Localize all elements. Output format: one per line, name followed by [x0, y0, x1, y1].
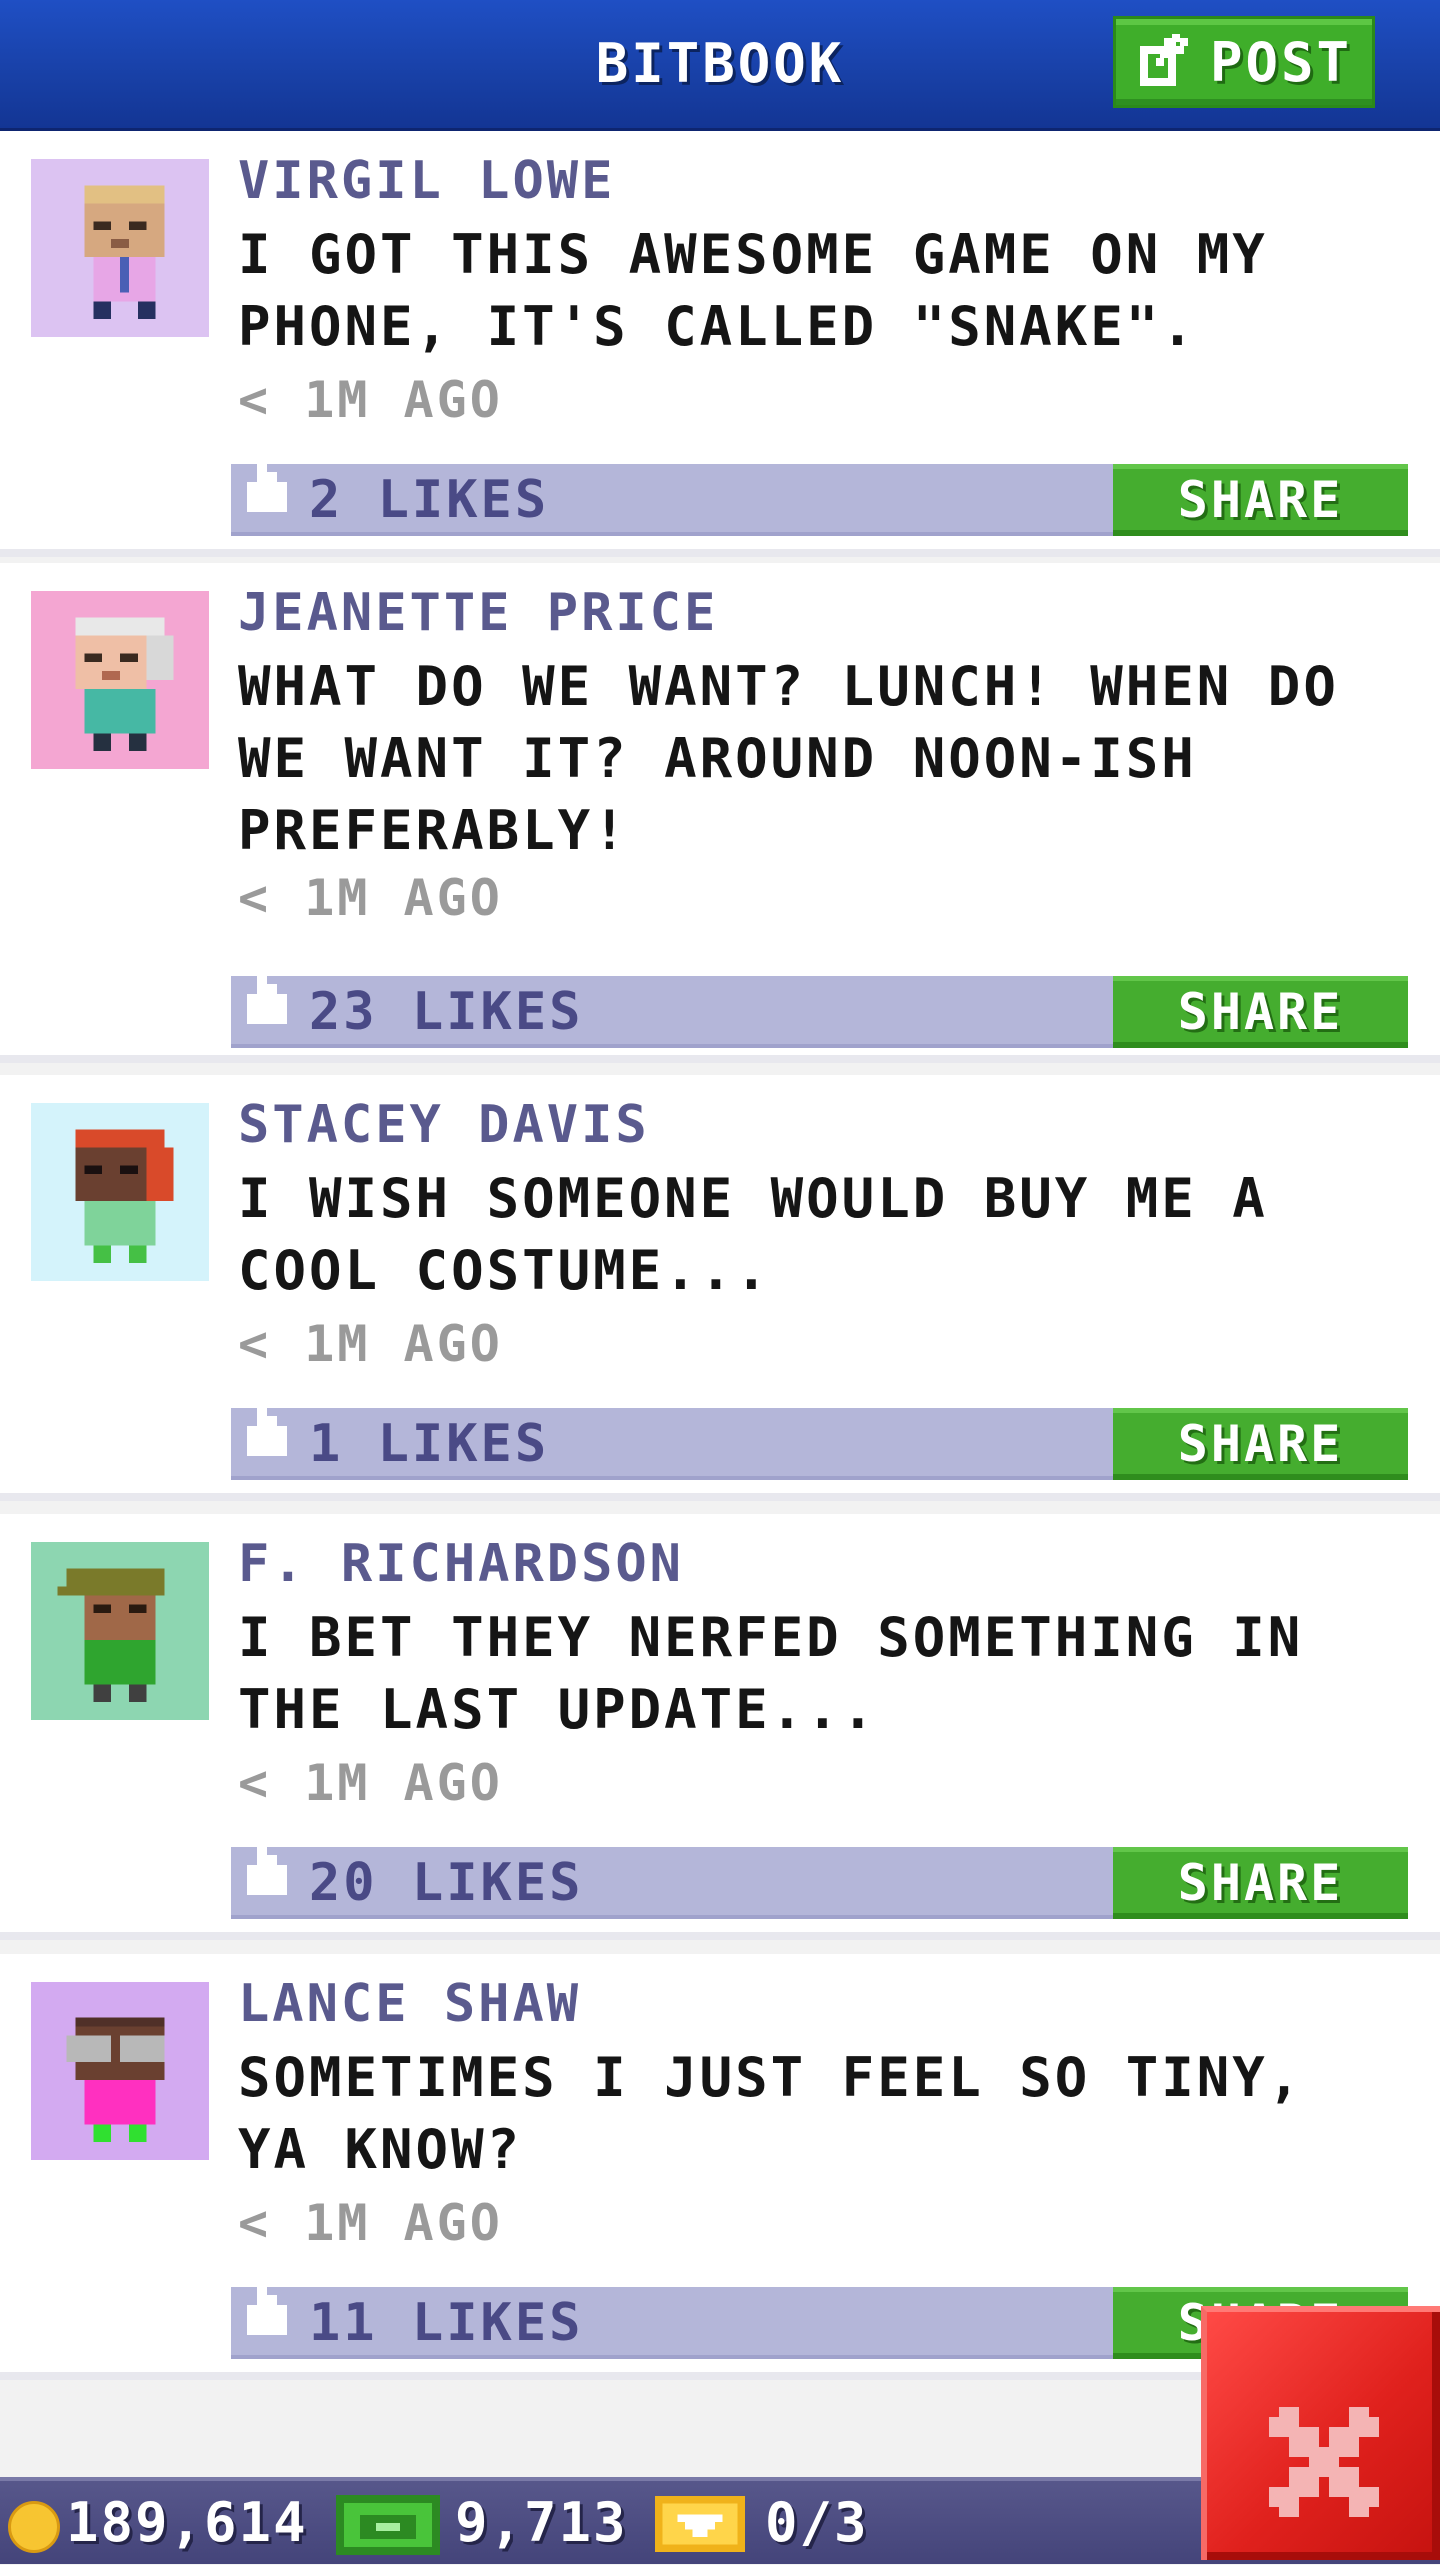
post-button[interactable]: POST [1113, 16, 1375, 108]
like-bar[interactable]: 1 LIKES SHARE [231, 1396, 1408, 1480]
thumbs-up-icon [247, 1396, 287, 1456]
post-author[interactable]: VIRGIL LOWE [238, 151, 615, 211]
post-time: < 1M AGO [238, 371, 503, 429]
bux-count: 9,713 [455, 2491, 628, 2554]
feed-post: STACEY DAVIS I WISH SOMEONE WOULD BUY ME… [0, 1075, 1440, 1501]
coin-icon [8, 2501, 60, 2553]
post-time: < 1M AGO [238, 2194, 503, 2252]
share-button[interactable]: SHARE [1113, 464, 1408, 536]
feed-post: JEANETTE PRICE WHAT DO WE WANT? LUNCH! W… [0, 563, 1440, 1063]
likes-count: 1 LIKES [309, 1414, 550, 1474]
likes-count: 20 LIKES [309, 1853, 584, 1913]
post-text: WHAT DO WE WANT? LUNCH! WHEN DO WE WANT … [238, 655, 1339, 862]
close-button[interactable] [1201, 2306, 1440, 2560]
avatar [31, 1542, 209, 1720]
feed-post: F. RICHARDSON I BET THEY NERFED SOMETHIN… [0, 1514, 1440, 1940]
share-button[interactable]: SHARE [1113, 1408, 1408, 1480]
thumbs-up-icon [247, 1835, 287, 1895]
thumbs-up-icon [247, 964, 287, 1024]
like-bar[interactable]: 20 LIKES SHARE [231, 1835, 1408, 1919]
share-button[interactable]: SHARE [1113, 976, 1408, 1048]
thumbs-up-icon [247, 2275, 287, 2335]
likes-count: 11 LIKES [309, 2293, 584, 2353]
post-text: I GOT THIS AWESOME GAME ON MY PHONE, IT'… [238, 223, 1268, 358]
avatar [31, 159, 209, 337]
thumbs-up-icon [247, 452, 287, 512]
feed-post: VIRGIL LOWE I GOT THIS AWESOME GAME ON M… [0, 131, 1440, 557]
share-button[interactable]: SHARE [1113, 1847, 1408, 1919]
avatar-image [31, 591, 209, 769]
avatar-image [31, 1542, 209, 1720]
post-time: < 1M AGO [238, 1315, 503, 1373]
post-button-label: POST [1209, 30, 1353, 94]
avatar [31, 1103, 209, 1281]
app-header: BITBOOK POST [0, 0, 1440, 131]
avatar-image [31, 1103, 209, 1281]
post-time: < 1M AGO [238, 1754, 503, 1812]
avatar-image [31, 1982, 209, 2160]
edit-icon [1139, 34, 1188, 86]
close-icon [1269, 2407, 1379, 2517]
post-author[interactable]: JEANETTE PRICE [238, 583, 718, 643]
post-text: SOMETIMES I JUST FEEL SO TINY, YA KNOW? [238, 2046, 1304, 2181]
post-text: I BET THEY NERFED SOMETHING IN THE LAST … [238, 1606, 1304, 1741]
coins-count: 189,614 [66, 2491, 308, 2554]
tickets-count: 0/3 [765, 2491, 869, 2554]
avatar-image [31, 159, 209, 337]
likes-count: 2 LIKES [309, 470, 550, 530]
post-author[interactable]: STACEY DAVIS [238, 1095, 650, 1155]
post-time: < 1M AGO [238, 869, 503, 927]
post-author[interactable]: F. RICHARDSON [238, 1534, 684, 1594]
like-bar[interactable]: 2 LIKES SHARE [231, 452, 1408, 536]
post-text: I WISH SOMEONE WOULD BUY ME A COOL COSTU… [238, 1167, 1268, 1302]
vip-ticket-icon [655, 2495, 745, 2553]
like-bar[interactable]: 23 LIKES SHARE [231, 964, 1408, 1048]
avatar [31, 591, 209, 769]
avatar [31, 1982, 209, 2160]
bux-icon [336, 2495, 440, 2555]
post-author[interactable]: LANCE SHAW [238, 1974, 581, 2034]
likes-count: 23 LIKES [309, 982, 584, 1042]
